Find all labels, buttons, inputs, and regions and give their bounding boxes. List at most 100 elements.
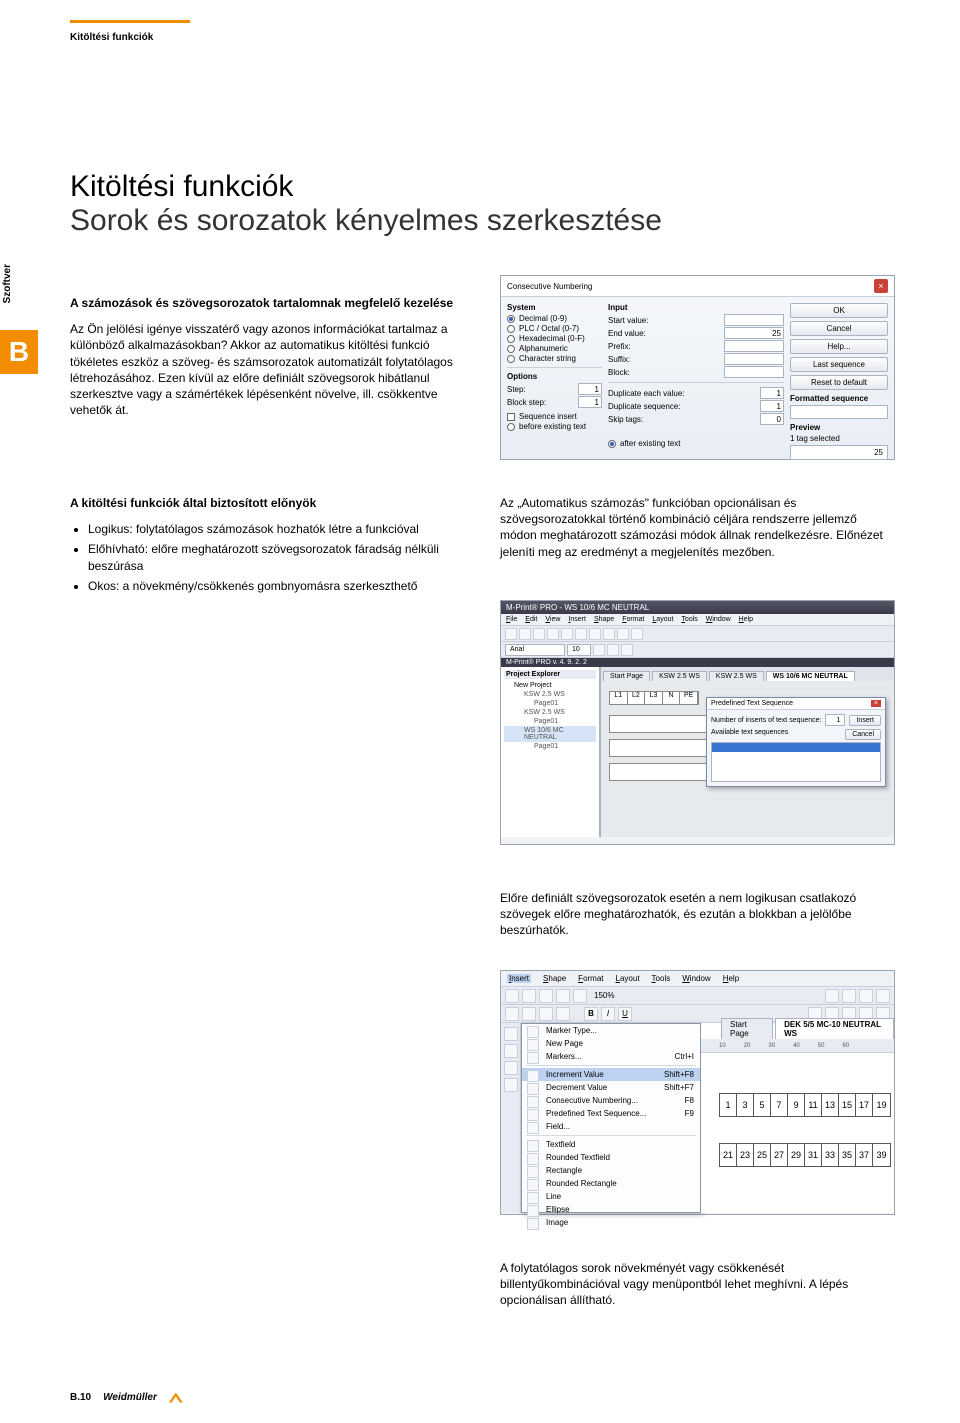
reset-default-button[interactable]: Reset to default	[790, 375, 888, 390]
tab[interactable]: Start Page	[603, 671, 650, 681]
tab[interactable]: DEK 5/5 MC-10 NEUTRAL WS	[775, 1018, 894, 1039]
tree-item[interactable]: KSW 2.5 WS	[504, 690, 596, 699]
formatted-sequence-field[interactable]	[790, 405, 888, 419]
project-explorer[interactable]: Project Explorer New Project KSW 2.5 WS …	[501, 667, 601, 837]
toolbar-button[interactable]	[505, 1007, 519, 1021]
toolbar-button[interactable]	[561, 628, 573, 640]
toolbar-button[interactable]	[859, 989, 873, 1003]
toolbar-button[interactable]	[842, 989, 856, 1003]
start-value-input[interactable]	[724, 314, 784, 326]
menu-file[interactable]: File	[506, 616, 517, 623]
menu-item[interactable]: Marker Type...	[522, 1024, 700, 1037]
tool-button[interactable]	[504, 1078, 518, 1092]
tab[interactable]: WS 10/6 MC NEUTRAL	[766, 671, 855, 681]
tab[interactable]: Start Page	[721, 1018, 773, 1039]
menu-item[interactable]: Decrement ValueShift+F7	[522, 1081, 700, 1094]
toolbar-button[interactable]	[573, 989, 587, 1003]
menu-layout[interactable]: Layout	[616, 974, 640, 983]
toolbar-button[interactable]	[505, 989, 519, 1003]
skip-tags-input[interactable]: 0	[760, 413, 784, 425]
underline-button[interactable]	[621, 644, 633, 656]
block-step-input[interactable]: 1	[578, 396, 602, 408]
radio-plc-octal[interactable]	[507, 325, 515, 333]
menu-item[interactable]: Rectangle	[522, 1164, 700, 1177]
radio-alphanumeric[interactable]	[507, 345, 515, 353]
italic-button[interactable]	[607, 644, 619, 656]
menu-window[interactable]: Window	[706, 616, 731, 623]
duplicate-sequence-input[interactable]: 1	[760, 400, 784, 412]
sequence-insert-checkbox[interactable]	[507, 413, 515, 421]
menu-edit[interactable]: Edit	[525, 616, 537, 623]
marker-strip-1[interactable]: 135791113151719	[719, 1093, 891, 1117]
toolbar[interactable]: 150%	[501, 987, 894, 1005]
duplicate-each-input[interactable]: 1	[760, 387, 784, 399]
menu-help[interactable]: Help	[739, 616, 753, 623]
insert-dropdown-menu[interactable]: Marker Type...New PageMarkers...Ctrl+IIn…	[521, 1023, 701, 1213]
tree-item[interactable]: Page01	[504, 717, 596, 726]
cancel-button[interactable]: Cancel	[790, 321, 888, 336]
menu-item[interactable]: Field...	[522, 1120, 700, 1133]
toolbar-button[interactable]	[825, 989, 839, 1003]
menu-format[interactable]: Format	[622, 616, 644, 623]
menu-item[interactable]: Predefined Text Sequence...F9	[522, 1107, 700, 1120]
marker-strip-2[interactable]: 21232527293133353739	[719, 1143, 891, 1167]
toolbar-button[interactable]	[556, 1007, 570, 1021]
menu-item[interactable]: Rounded Rectangle	[522, 1177, 700, 1190]
insert-button[interactable]: Insert	[849, 715, 881, 726]
block-input[interactable]	[724, 366, 784, 378]
tab[interactable]: KSW 2.5 WS	[652, 671, 707, 681]
tree-item[interactable]: KSW 2.5 WS	[504, 708, 596, 717]
menu-insert[interactable]: Insert	[568, 616, 586, 623]
menu-item[interactable]: Rounded Textfield	[522, 1151, 700, 1164]
tool-button[interactable]	[504, 1061, 518, 1075]
toolbar-font[interactable]: Arial 10	[501, 642, 894, 658]
toolbar-button[interactable]	[575, 628, 587, 640]
toolbar-button[interactable]	[519, 628, 531, 640]
cancel-button[interactable]: Cancel	[845, 729, 881, 740]
radio-hexadecimal[interactable]	[507, 335, 515, 343]
toolbar-button[interactable]	[876, 989, 890, 1003]
menu-layout[interactable]: Layout	[652, 616, 673, 623]
bold-button[interactable]	[593, 644, 605, 656]
help-button[interactable]: Help...	[790, 339, 888, 354]
toolbar-button[interactable]	[539, 1007, 553, 1021]
radio-after-text[interactable]	[608, 440, 616, 448]
fontsize-select[interactable]: 10	[567, 644, 591, 656]
tree-item[interactable]: Page01	[504, 742, 596, 751]
toolbar-button[interactable]	[603, 628, 615, 640]
inserts-input[interactable]: 1	[825, 714, 845, 726]
menu-format[interactable]: Format	[578, 974, 603, 983]
prefix-input[interactable]	[724, 340, 784, 352]
tree-item[interactable]: WS 10/6 MC NEUTRAL	[504, 726, 596, 742]
tree-item[interactable]: New Project	[504, 681, 596, 690]
end-value-input[interactable]: 25	[724, 327, 784, 339]
sequences-listbox[interactable]	[711, 742, 881, 782]
radio-decimal[interactable]	[507, 315, 515, 323]
document-tabs[interactable]: Start PageKSW 2.5 WSKSW 2.5 WSWS 10/6 MC…	[601, 667, 894, 681]
menu-shape[interactable]: Shape	[543, 974, 566, 983]
suffix-input[interactable]	[724, 353, 784, 365]
toolbar-button[interactable]	[556, 989, 570, 1003]
menu-item[interactable]: Textfield	[522, 1138, 700, 1151]
underline-button[interactable]: U	[618, 1007, 632, 1021]
toolbar-main[interactable]	[501, 626, 894, 642]
menu-item[interactable]: New Page	[522, 1037, 700, 1050]
tool-button[interactable]	[504, 1027, 518, 1041]
menu-tools[interactable]: Tools	[652, 974, 671, 983]
menu-window[interactable]: Window	[682, 974, 710, 983]
ok-button[interactable]: OK	[790, 303, 888, 318]
menubar[interactable]: FileEditViewInsertShapeFormatLayoutTools…	[501, 614, 894, 626]
zoom-value[interactable]: 150%	[594, 991, 614, 1000]
tool-button[interactable]	[504, 1044, 518, 1058]
document-tabs[interactable]: Start PageDEK 5/5 MC-10 NEUTRAL WS	[701, 1023, 894, 1039]
menu-item[interactable]: Image	[522, 1216, 700, 1229]
toolbar-button[interactable]	[533, 628, 545, 640]
toolbar-button[interactable]	[522, 989, 536, 1003]
menu-item[interactable]: Ellipse	[522, 1203, 700, 1216]
tree-item[interactable]: Page01	[504, 699, 596, 708]
menu-view[interactable]: View	[545, 616, 560, 623]
last-sequence-button[interactable]: Last sequence	[790, 357, 888, 372]
toolbar-button[interactable]	[617, 628, 629, 640]
toolbar-button[interactable]	[631, 628, 643, 640]
close-icon[interactable]: ×	[871, 700, 881, 707]
